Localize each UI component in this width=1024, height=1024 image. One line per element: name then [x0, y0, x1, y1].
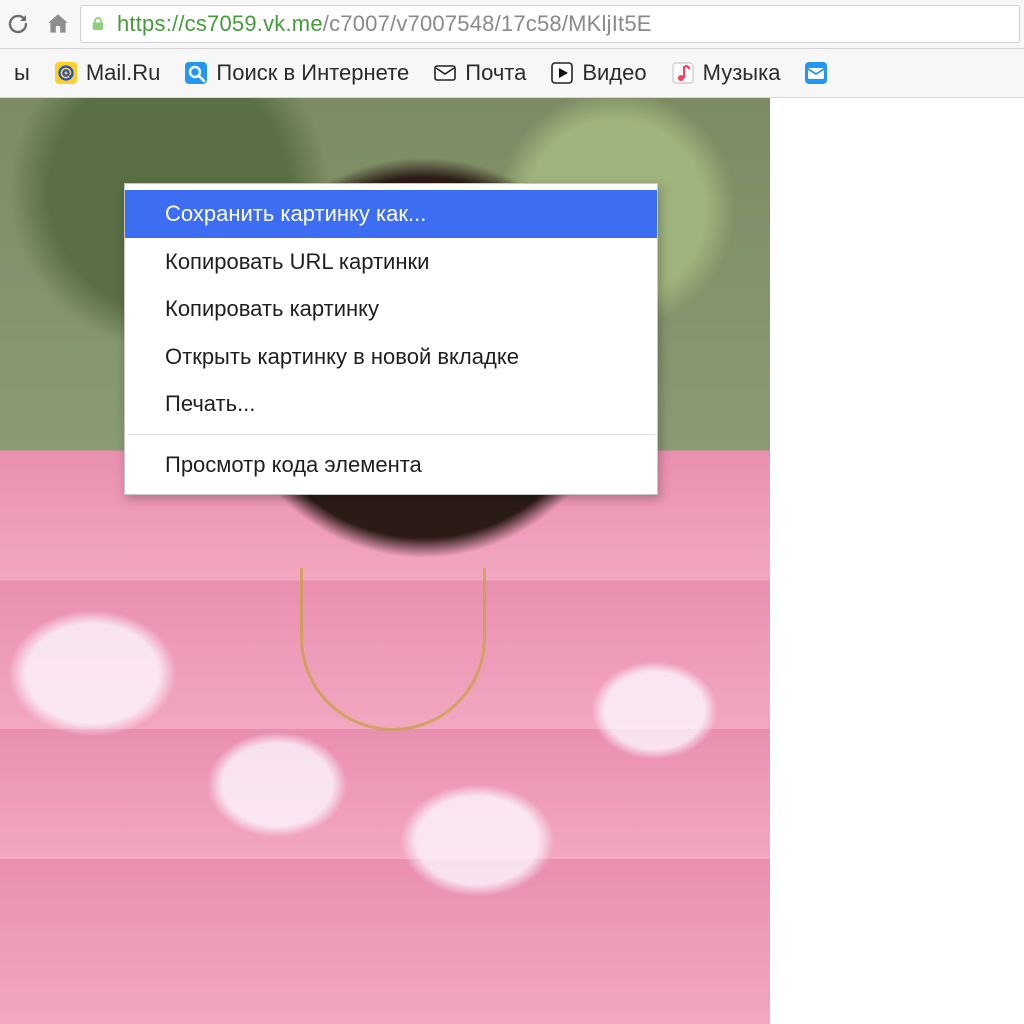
ctx-save-image-as[interactable]: Сохранить картинку как... — [125, 190, 657, 238]
context-menu: Сохранить картинку как... Копировать URL… — [124, 183, 658, 495]
url-host: cs7059.vk.me — [185, 11, 323, 36]
mailru-icon — [54, 61, 78, 85]
bookmark-item-music[interactable]: Музыка — [661, 56, 791, 90]
play-icon — [550, 61, 574, 85]
ctx-copy-image-url[interactable]: Копировать URL картинки — [125, 238, 657, 286]
bookmark-label: Mail.Ru — [86, 60, 161, 86]
url-scheme: https — [117, 11, 166, 36]
reload-button[interactable] — [0, 6, 36, 42]
bookmarks-bar: ы Mail.Ru Поиск в Интернете — [0, 49, 1024, 98]
necklace-decoration — [300, 568, 486, 731]
url-text: https://cs7059.vk.me/c7007/v7007548/17c5… — [117, 11, 652, 37]
url-path: /c7007/v7007548/17c58/MKljIt5E — [323, 11, 652, 36]
home-icon — [45, 11, 71, 37]
music-note-icon — [671, 61, 695, 85]
bookmark-label: Почта — [465, 60, 526, 86]
page-content: Сохранить картинку как... Копировать URL… — [0, 98, 1024, 1024]
ctx-inspect-element[interactable]: Просмотр кода элемента — [125, 441, 657, 489]
context-menu-separator — [127, 434, 655, 435]
bookmark-label: Видео — [582, 60, 646, 86]
envelope-icon — [804, 61, 828, 85]
url-sep: :// — [166, 11, 185, 36]
home-button[interactable] — [40, 6, 76, 42]
bookmark-label: ы — [14, 60, 30, 86]
ctx-copy-image[interactable]: Копировать картинку — [125, 285, 657, 333]
bookmark-label: Музыка — [703, 60, 781, 86]
bookmark-item-video[interactable]: Видео — [540, 56, 656, 90]
ctx-open-image-new-tab[interactable]: Открыть картинку в новой вкладке — [125, 333, 657, 381]
bookmark-item-mail[interactable]: Почта — [423, 56, 536, 90]
reload-icon — [6, 12, 30, 36]
ctx-print[interactable]: Печать... — [125, 380, 657, 428]
bookmark-item-mail-2[interactable] — [794, 57, 838, 89]
bookmark-item-search[interactable]: Поиск в Интернете — [174, 56, 419, 90]
envelope-icon — [433, 61, 457, 85]
search-icon — [184, 61, 208, 85]
bookmark-item-0[interactable]: ы — [4, 56, 40, 90]
url-input[interactable]: https://cs7059.vk.me/c7007/v7007548/17c5… — [80, 5, 1020, 43]
bookmark-label: Поиск в Интернете — [216, 60, 409, 86]
address-bar: https://cs7059.vk.me/c7007/v7007548/17c5… — [0, 0, 1024, 49]
bookmark-item-mailru[interactable]: Mail.Ru — [44, 56, 171, 90]
padlock-icon — [89, 15, 107, 33]
